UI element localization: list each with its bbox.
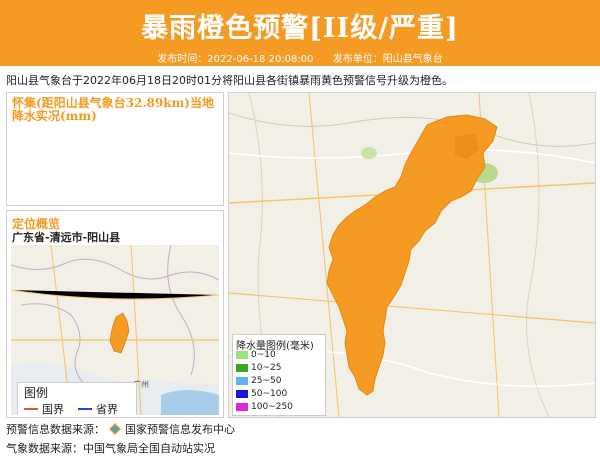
rain-swatch-50-100 [236, 390, 248, 398]
warning-source-name[interactable]: 国家预警信息发布中心 [125, 421, 235, 437]
publisher: 发布单位：阳山县气象台 [332, 54, 443, 65]
rain-swatch-25-50 [236, 377, 248, 385]
overview-map[interactable]: 广州 图例 国界 省界 [11, 245, 219, 415]
warning-center-logo-icon [109, 423, 121, 435]
warning-source-prefix: 预警信息数据来源： [6, 423, 105, 436]
warning-source: 预警信息数据来源： 国家预警信息发布中心 [6, 421, 235, 437]
legend-national-border: 国界 [24, 401, 64, 415]
rain-legend-item: 50~100 [236, 389, 287, 399]
rain-swatch-100-250 [236, 403, 248, 411]
rain-label-10-25: 10~25 [251, 363, 282, 373]
legend-province-border: 省界 [78, 401, 118, 415]
rain-label-25-50: 25~50 [251, 376, 282, 386]
green-patch-2 [361, 147, 377, 159]
rain-swatch-10-25 [236, 364, 248, 372]
rain-label-50-100: 50~100 [251, 389, 288, 399]
publish-time: 发布时间：2022-06-18 20:08:00 [157, 54, 314, 65]
border-legend: 图例 国界 省界 [17, 382, 137, 415]
province-border-label: 省界 [96, 403, 118, 415]
national-border-swatch [24, 408, 38, 410]
rain-legend-item: 25~50 [236, 376, 281, 386]
rain-legend-item: 10~25 [236, 363, 281, 373]
header-banner: 暴雨橙色预警[II级/严重] 发布时间：2022-06-18 20:08:00 … [0, 0, 600, 66]
rain-legend-item: 0~10 [236, 350, 276, 360]
rain-panel-title: 怀集(距阳山县气象台32.89km)当地降水实况(mm) [12, 96, 214, 123]
national-border-label: 国界 [42, 403, 64, 415]
location-overview-panel: 定位概览 广东省-清远市-阳山县 广州 图例 国界 省界 [6, 210, 224, 418]
rain-legend-item: 100~250 [236, 402, 293, 412]
publish-meta: 发布时间：2022-06-18 20:08:00 发布单位：阳山县气象台 [0, 50, 600, 65]
rain-label-100-250: 100~250 [251, 402, 293, 412]
page-title: 暴雨橙色预警[II级/严重] [141, 13, 459, 44]
rain-swatch-0-10 [236, 351, 248, 359]
province-border-swatch [78, 408, 92, 410]
warning-description: 阳山县气象台于2022年06月18日20时01分将阳山县各街镇暴雨黄色预警信号升… [6, 74, 453, 87]
region-path: 广东省-清远市-阳山县 [12, 231, 121, 244]
rain-observation-panel: 怀集(距阳山县气象台32.89km)当地降水实况(mm) [6, 92, 224, 206]
rain-legend: 降水量图例(毫米) 0~10 10~25 25~50 50~100 100~25… [232, 334, 326, 416]
border-legend-title: 图例 [24, 386, 49, 400]
rain-label-0-10: 0~10 [251, 350, 276, 360]
weather-source: 气象数据来源：中国气象局全国自动站实况 [6, 442, 215, 455]
